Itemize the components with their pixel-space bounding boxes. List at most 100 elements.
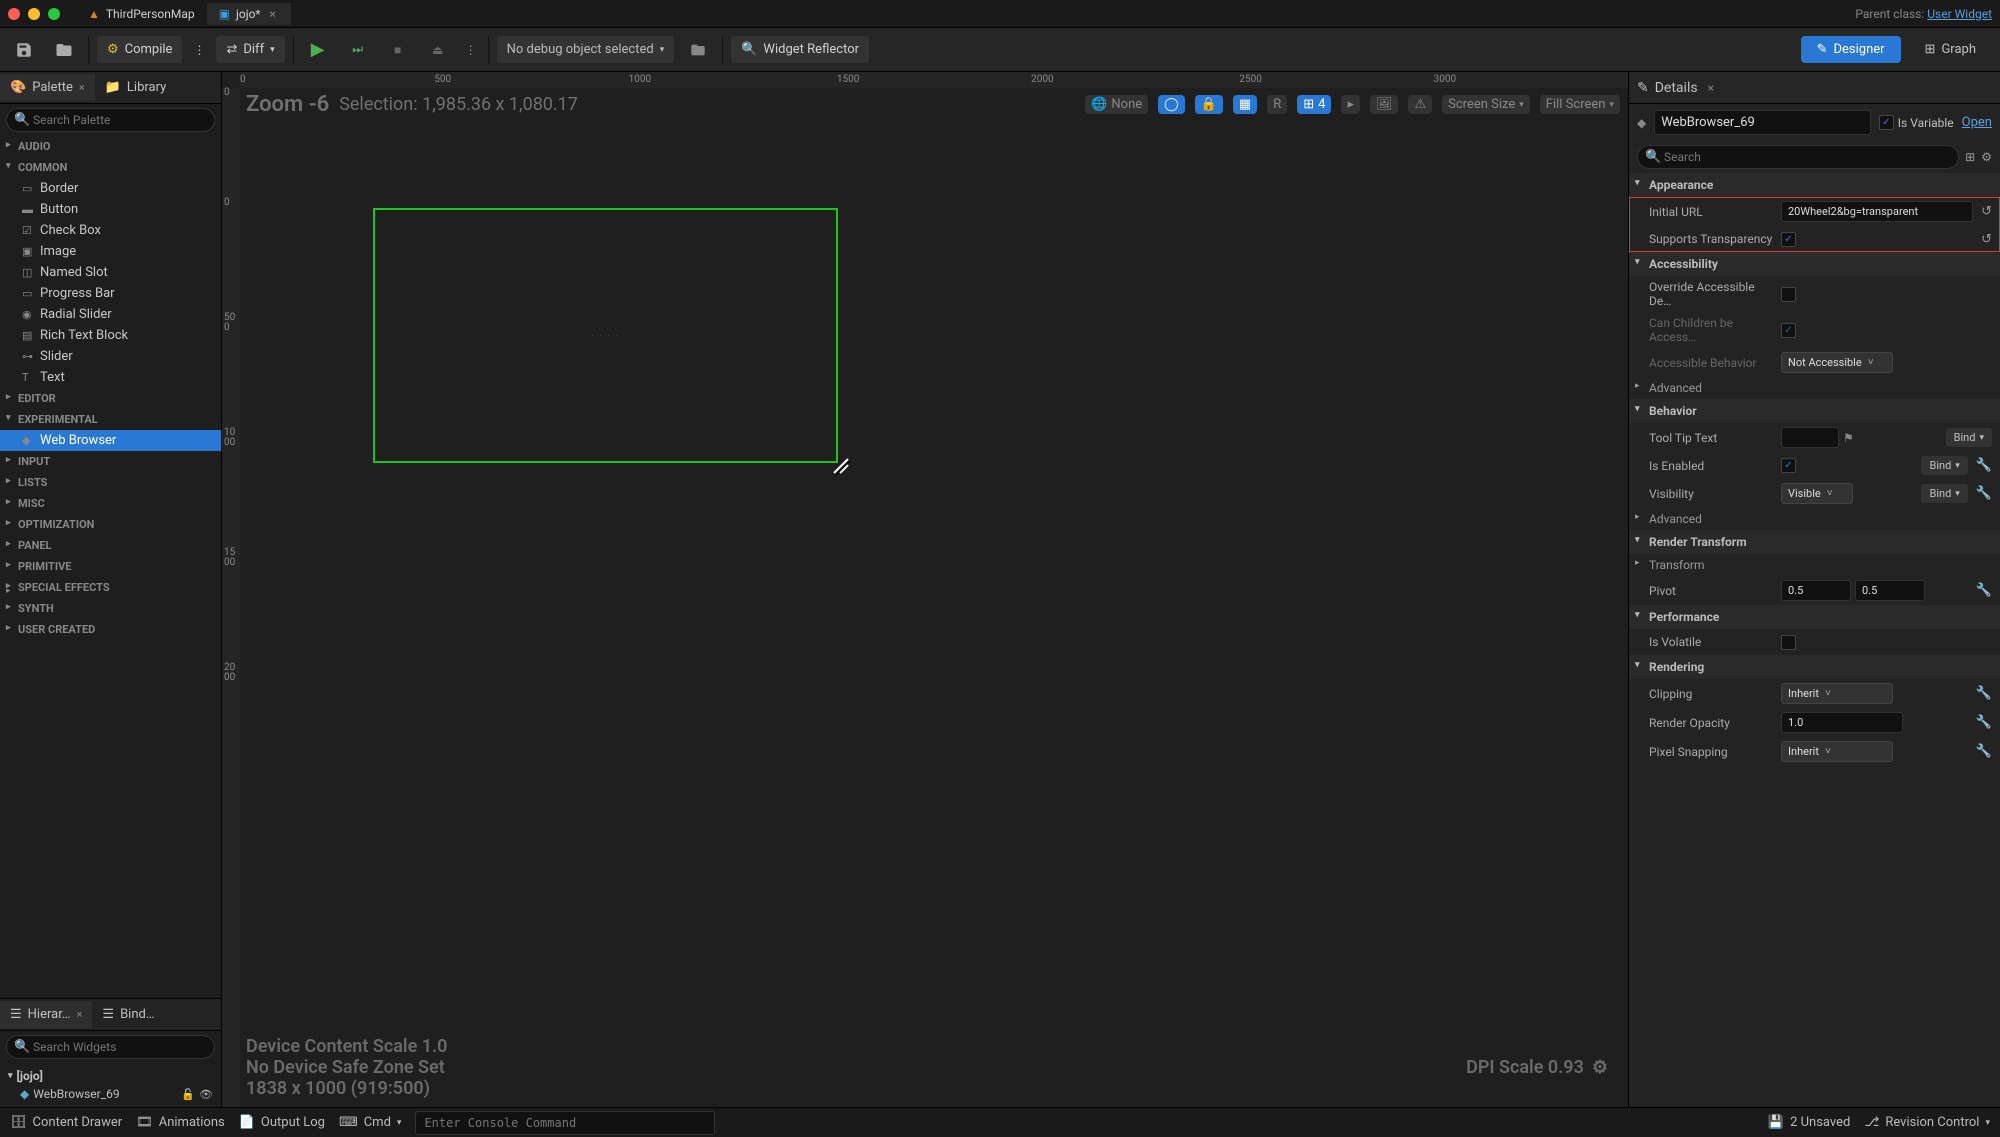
palette-list[interactable]: AUDIO COMMON ▭Border ▬Button ☑Check Box … (0, 136, 221, 998)
initial-url-input[interactable] (1781, 201, 1973, 222)
palette-category-audio[interactable]: AUDIO (0, 136, 221, 157)
palette-item-button[interactable]: ▬Button (0, 199, 221, 220)
flag-icon[interactable]: ⚑ (1843, 431, 1854, 445)
revision-control-button[interactable]: ⎇Revision Control▾ (1864, 1115, 1990, 1130)
animations-button[interactable]: 🎞Animations (136, 1115, 225, 1130)
pivot-x-input[interactable] (1781, 580, 1851, 601)
palette-category-input[interactable]: INPUT (0, 451, 221, 472)
section-behavior[interactable]: Behavior (1629, 399, 2000, 423)
unlock-icon[interactable]: 🔓 (181, 1088, 195, 1101)
pixel-snapping-select[interactable]: Inherit (1781, 741, 1893, 762)
wrench-icon[interactable]: 🔧 (1976, 458, 1992, 473)
details-search-input[interactable] (1637, 145, 1959, 169)
palette-category-special[interactable]: SPECIAL EFFECTS (0, 577, 221, 598)
palette-category-misc[interactable]: MISC (0, 493, 221, 514)
supports-transparency-checkbox[interactable] (1781, 232, 1796, 247)
stop-button[interactable]: ■ (382, 34, 414, 66)
minimize-window[interactable] (28, 8, 40, 20)
localization-button[interactable]: 🌐None (1085, 95, 1148, 114)
render-opacity-input[interactable] (1781, 712, 1903, 733)
section-rendering[interactable]: Rendering (1629, 655, 2000, 679)
diff-button[interactable]: ⇄ Diff ▾ (216, 36, 284, 63)
compile-options[interactable]: ⋮ (190, 34, 208, 66)
play-options[interactable]: ⋮ (462, 34, 480, 66)
warn-toggle[interactable]: ⚠ (1408, 95, 1432, 114)
wrench-icon[interactable]: 🔧 (1976, 744, 1992, 759)
image-toggle[interactable]: 🖼 (1370, 95, 1399, 114)
palette-category-synth[interactable]: SYNTH (0, 598, 221, 619)
palette-item-radialslider[interactable]: ◉Radial Slider (0, 304, 221, 325)
tooltip-input[interactable] (1781, 427, 1839, 448)
bind-tab[interactable]: ☰ Bind… (92, 1001, 164, 1028)
palette-item-richtext[interactable]: ▤Rich Text Block (0, 325, 221, 346)
designer-viewport[interactable]: 0 500 1000 1500 2000 2500 3000 0 0 500 1… (222, 72, 1628, 1107)
selected-widget-outline[interactable]: · · · · (373, 208, 838, 463)
canvas[interactable]: · · · · (240, 88, 1628, 1107)
bind-button[interactable]: Bind▾ (1946, 428, 1992, 447)
console-input[interactable] (415, 1111, 715, 1135)
zoom-window[interactable] (48, 8, 60, 20)
section-appearance[interactable]: Appearance (1629, 173, 2000, 197)
close-icon[interactable]: × (79, 81, 85, 94)
hierarchy-tab[interactable]: ☰ Hierar… × (0, 1001, 92, 1028)
widget-tab[interactable]: ▣ jojo* × (207, 3, 291, 25)
palette-category-editor[interactable]: EDITOR (0, 388, 221, 409)
wrench-icon[interactable]: 🔧 (1976, 486, 1992, 501)
visibility-icon[interactable]: 👁 (199, 1088, 213, 1101)
open-link[interactable]: Open (1962, 115, 1992, 130)
visibility-select[interactable]: Visible (1781, 483, 1853, 504)
gear-icon[interactable]: ⚙ (1592, 1057, 1608, 1078)
debug-browse-button[interactable] (682, 34, 714, 66)
hierarchy-root[interactable]: ▾ [jojo] (0, 1067, 221, 1085)
screen-size-select[interactable]: Screen Size ▾ (1442, 95, 1530, 114)
palette-category-primitive[interactable]: PRIMITIVE (0, 556, 221, 577)
palette-item-slider[interactable]: ⊶Slider (0, 346, 221, 367)
grid-view-icon[interactable]: ⊞ (1965, 150, 1975, 164)
accessible-behavior-select[interactable]: Not Accessible (1781, 352, 1893, 373)
layout-toggle[interactable]: ▦ (1233, 95, 1257, 114)
close-window[interactable] (8, 8, 20, 20)
advanced-behavior[interactable]: Advanced (1629, 508, 2000, 530)
palette-item-progressbar[interactable]: ▭Progress Bar (0, 283, 221, 304)
play-button[interactable]: ▶ (302, 34, 334, 66)
palette-category-experimental[interactable]: EXPERIMENTAL (0, 409, 221, 430)
wrench-icon[interactable]: 🔧 (1976, 583, 1992, 598)
grid-toggle[interactable]: ⊞4 (1297, 95, 1331, 114)
library-tab[interactable]: 📁 Library (95, 74, 177, 101)
section-render-transform[interactable]: Render Transform (1629, 530, 2000, 554)
output-log-button[interactable]: 📄Output Log (239, 1115, 325, 1130)
browse-button[interactable] (48, 34, 80, 66)
lock-toggle[interactable]: 🔒 (1195, 95, 1223, 114)
palette-search-input[interactable] (6, 108, 215, 132)
outline-toggle[interactable]: ◯ (1158, 95, 1185, 114)
pivot-y-input[interactable] (1855, 580, 1925, 601)
palette-item-namedslot[interactable]: ◫Named Slot (0, 262, 221, 283)
unsaved-button[interactable]: 💾2 Unsaved (1768, 1115, 1850, 1130)
is-enabled-checkbox[interactable] (1781, 458, 1796, 473)
widget-name-input[interactable] (1654, 110, 1871, 135)
reset-icon[interactable]: ↺ (1981, 204, 1992, 219)
debug-object-select[interactable]: No debug object selected ▾ (497, 36, 675, 63)
close-icon[interactable]: × (77, 1008, 83, 1021)
is-volatile-checkbox[interactable] (1781, 635, 1796, 650)
cmd-select[interactable]: ⌨Cmd▾ (339, 1115, 402, 1130)
eject-button[interactable]: ⏏ (422, 34, 454, 66)
reset-icon[interactable]: ↺ (1981, 232, 1992, 247)
palette-item-text[interactable]: TText (0, 367, 221, 388)
palette-category-user[interactable]: USER CREATED (0, 619, 221, 640)
content-drawer-button[interactable]: 🗄Content Drawer (10, 1115, 122, 1130)
transform-expand[interactable]: Transform (1629, 554, 2000, 576)
close-tab-icon[interactable]: × (267, 8, 279, 20)
close-icon[interactable]: × (1708, 81, 1714, 95)
resize-handle-se[interactable] (832, 457, 846, 471)
compile-button[interactable]: ⚙ Compile (97, 36, 182, 63)
widget-reflector-button[interactable]: 🔍 Widget Reflector (731, 36, 869, 63)
parent-class-link[interactable]: User Widget (1927, 7, 1992, 21)
palette-category-common[interactable]: COMMON (0, 157, 221, 178)
palette-item-checkbox[interactable]: ☑Check Box (0, 220, 221, 241)
is-variable-toggle[interactable]: Is Variable (1879, 115, 1954, 130)
details-body[interactable]: Appearance Initial URL ↺ Supports Transp… (1629, 173, 2000, 1107)
hierarchy-search-input[interactable] (6, 1035, 215, 1059)
override-accessible-checkbox[interactable] (1781, 287, 1796, 302)
section-performance[interactable]: Performance (1629, 605, 2000, 629)
